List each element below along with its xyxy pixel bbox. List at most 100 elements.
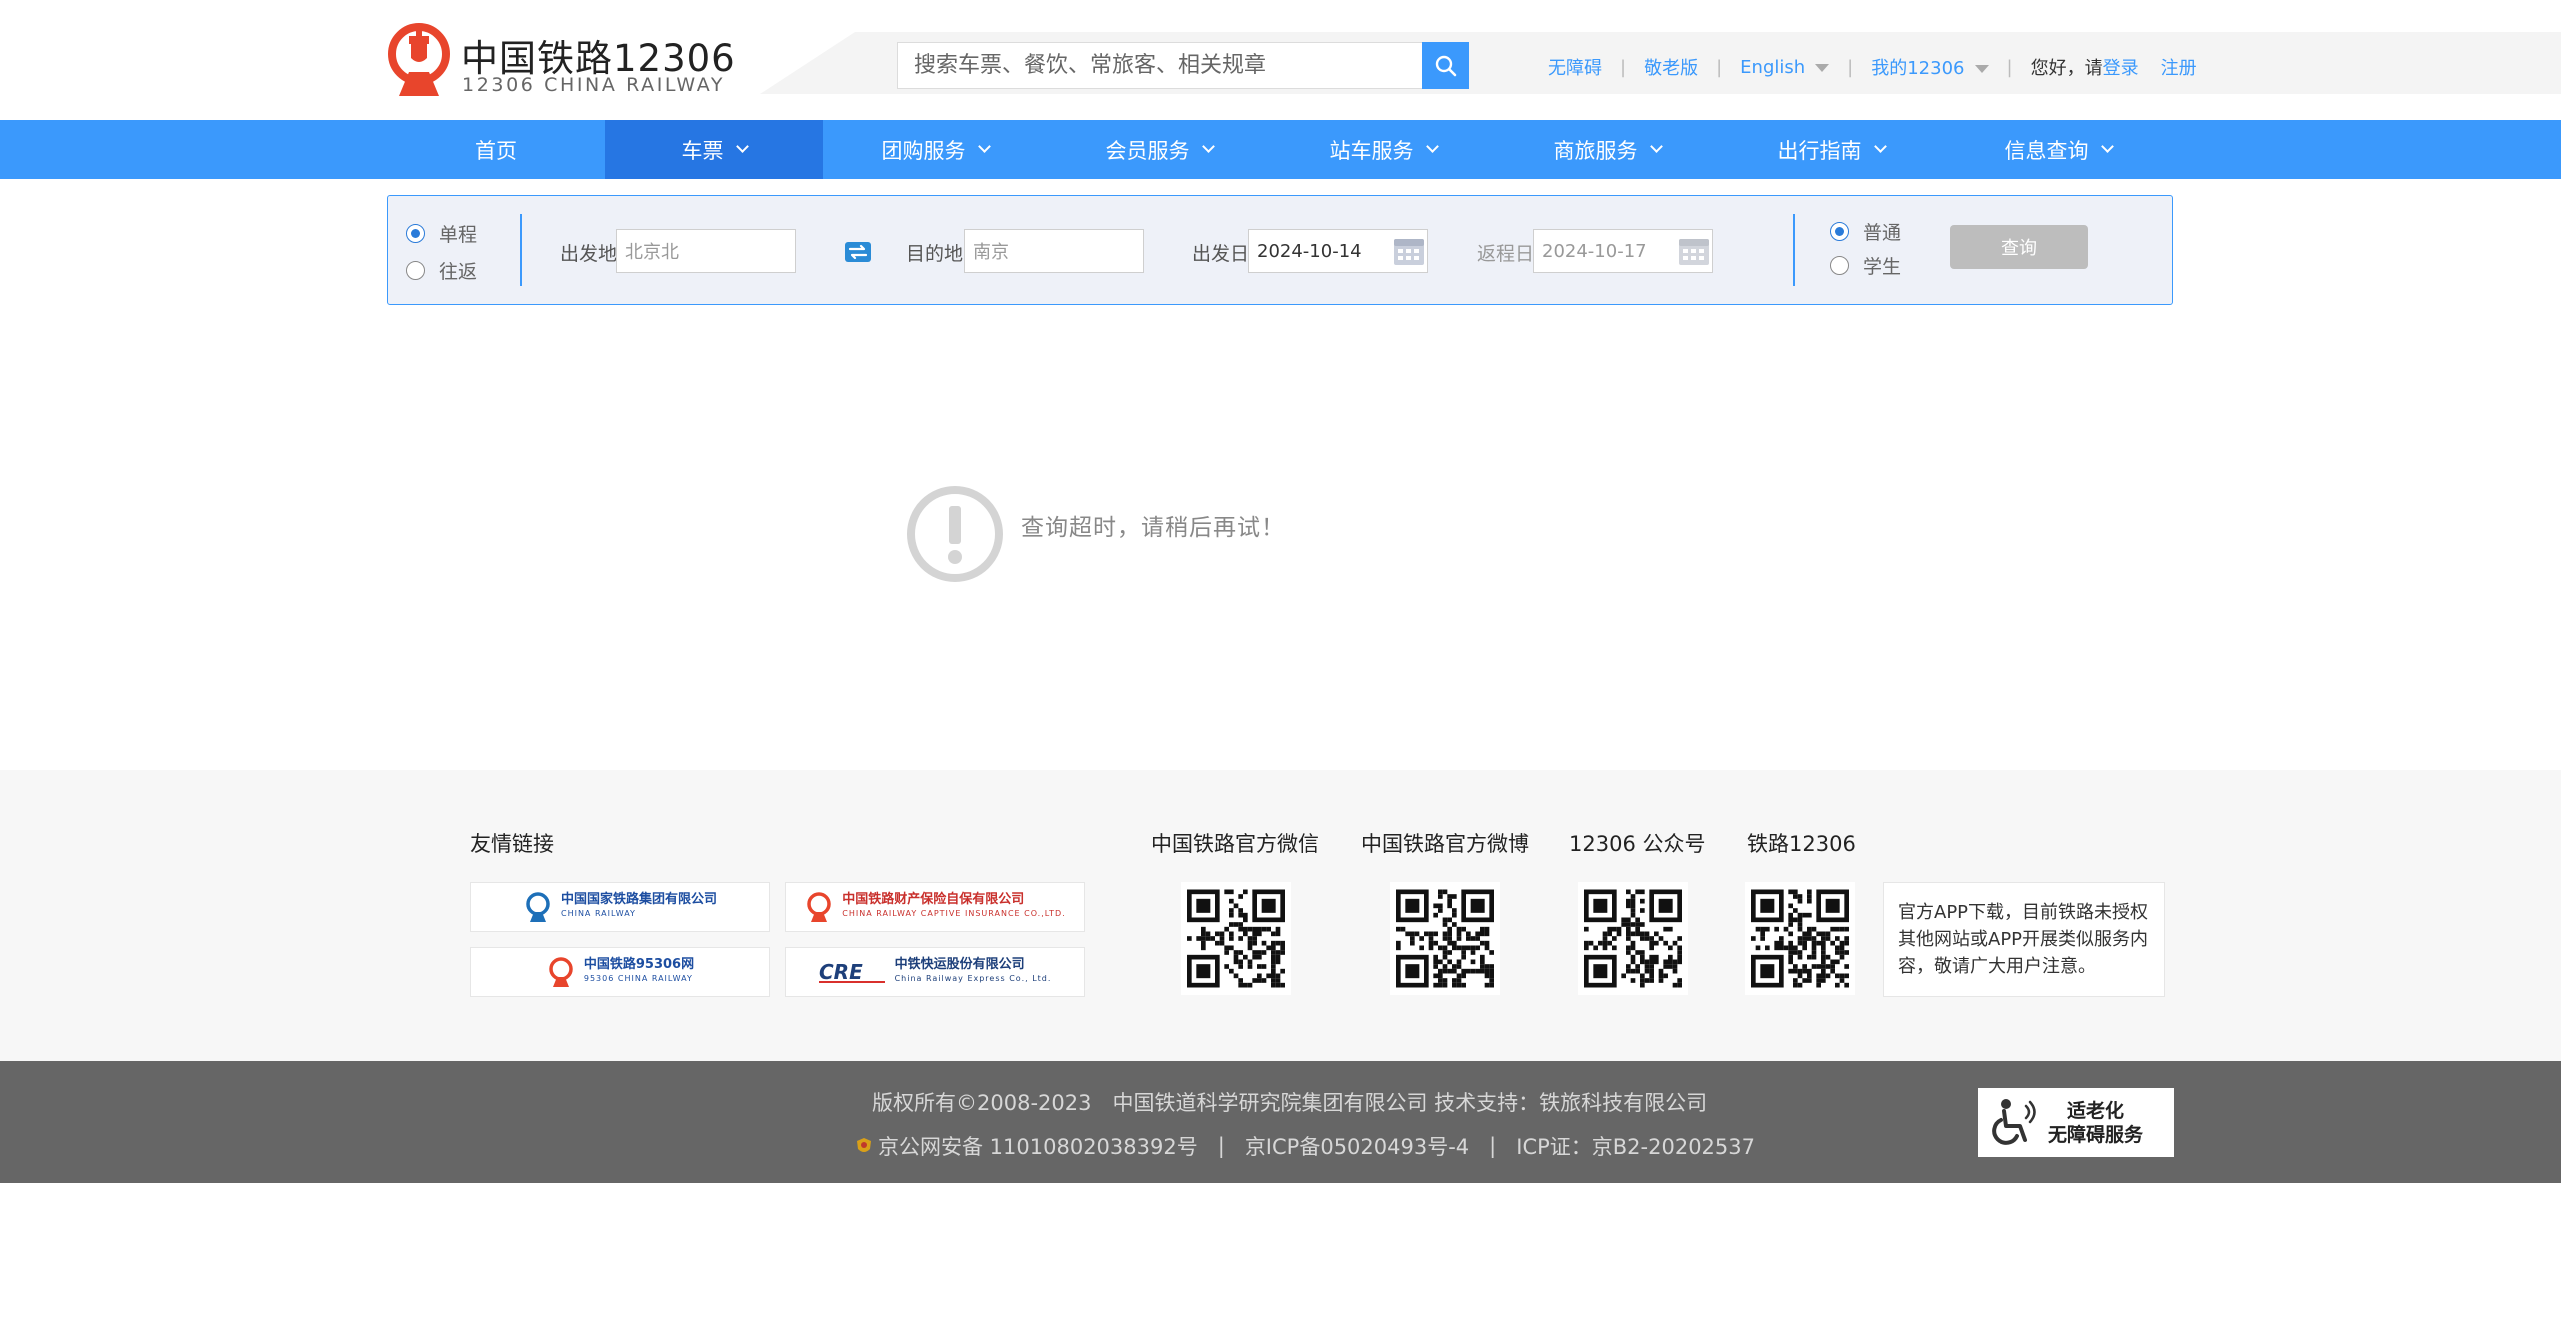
from-station-input[interactable]: 北京北 [616, 229, 796, 273]
divider: | [1217, 1134, 1225, 1158]
round-trip-radio[interactable]: 往返 [406, 257, 477, 284]
to-station-input[interactable]: 南京 [964, 229, 1144, 273]
divider: | [1489, 1134, 1497, 1158]
nav-item-group-services[interactable]: 团购服务 [823, 120, 1047, 179]
official-account-qr-code [1578, 882, 1688, 995]
qr-code-icon [1396, 889, 1494, 988]
partner-name-en: CHINA RAILWAY [560, 909, 636, 918]
qr-code-icon [1751, 889, 1849, 988]
radio-checked-icon [1830, 222, 1849, 241]
railway-logo-icon [388, 23, 450, 96]
icp-record-link[interactable]: 京ICP备05020493号-4 [1245, 1131, 1469, 1161]
nav-item-business-services[interactable]: 商旅服务 [1495, 120, 1719, 179]
accessibility-badge[interactable]: 适老化 无障碍服务 [1978, 1088, 2174, 1157]
search-button[interactable] [1422, 42, 1469, 89]
header: 中国铁路12306 12306 CHINA RAILWAY 无障碍 | 敬老版 … [0, 0, 2561, 120]
partner-95306[interactable]: 中国铁路95306网 95306 CHINA RAILWAY [470, 947, 770, 997]
depart-date-value: 2024-10-14 [1257, 240, 1362, 262]
partner-cre-express[interactable]: CRE 中铁快运股份有限公司 China Railway Express Co.,… [785, 947, 1085, 997]
depart-date-input[interactable]: 2024-10-14 [1248, 229, 1428, 273]
elder-version-link[interactable]: 敬老版 [1644, 54, 1698, 80]
caret-down-icon [1974, 65, 1989, 73]
radio-label: 学生 [1863, 256, 1902, 278]
partner-name-en: CHINA RAILWAY CAPTIVE INSURANCE CO.,LTD. [842, 909, 1066, 918]
police-record-link[interactable]: 京公网安备 11010802038392号 [878, 1131, 1198, 1161]
nav-item-station-services[interactable]: 站车服务 [1271, 120, 1495, 179]
divider: | [2006, 56, 2013, 78]
nav-label: 商旅服务 [1553, 138, 1638, 163]
qr-title-app: 铁路12306 [1747, 832, 1856, 856]
nav-label: 车票 [681, 138, 724, 163]
chevron-down-icon [1649, 140, 1663, 153]
copyright-text: 版权所有©2008-2023 中国铁道科学研究院集团有限公司 技术支持：铁旅科技… [872, 1091, 1708, 1115]
calendar-icon[interactable] [1678, 236, 1710, 266]
wechat-qr-code [1181, 882, 1291, 995]
top-links: 无障碍 | 敬老版 | English | 我的12306 | 您好，请 登录 注… [1548, 52, 2197, 82]
adult-ticket-radio[interactable]: 普通 [1830, 218, 1901, 245]
partner-captive-insurance[interactable]: 中国铁路财产保险自保有限公司 CHINA RAILWAY CAPTIVE INSU… [785, 882, 1085, 932]
register-link[interactable]: 注册 [2161, 54, 2197, 80]
my12306-dropdown[interactable]: 我的12306 [1871, 54, 1989, 80]
partner-name-cn: 中铁快运股份有限公司 [894, 957, 1025, 972]
radio-unchecked-icon [1830, 256, 1849, 275]
nav-item-member-services[interactable]: 会员服务 [1047, 120, 1271, 179]
icp-license-link[interactable]: ICP证：京B2-20202537 [1516, 1131, 1755, 1161]
accessibility-line2: 无障碍服务 [2048, 1123, 2144, 1146]
railway-logo-icon [807, 892, 832, 922]
chevron-down-icon [1425, 140, 1439, 153]
partner-name: 中国铁路财产保险自保有限公司 CHINA RAILWAY CAPTIVE INSU… [842, 893, 1065, 921]
radio-unchecked-icon [406, 261, 425, 280]
radio-label: 普通 [1863, 222, 1902, 244]
chevron-down-icon [1873, 140, 1887, 153]
svg-text:CRE: CRE [819, 960, 863, 984]
exclamation-circle-icon [907, 486, 1003, 582]
partner-name-cn: 中国铁路95306网 [583, 957, 695, 972]
qr-title-wechat: 中国铁路官方微信 [1151, 832, 1319, 856]
divider [520, 214, 522, 286]
student-ticket-radio[interactable]: 学生 [1830, 252, 1901, 279]
query-button[interactable]: 查询 [1950, 225, 2088, 269]
radio-label: 单程 [439, 224, 478, 246]
accessible-link[interactable]: 无障碍 [1548, 54, 1602, 80]
nav-label: 会员服务 [1105, 138, 1190, 163]
qr-title-official-account: 12306 公众号 [1569, 832, 1706, 856]
divider: | [1847, 56, 1854, 78]
login-link[interactable]: 登录 [2103, 54, 2139, 80]
nav-item-tickets[interactable]: 车票 [605, 120, 823, 179]
search-box [897, 42, 1469, 89]
partner-china-railway[interactable]: 中国国家铁路集团有限公司 CHINA RAILWAY [470, 882, 770, 932]
timeout-text: 查询超时，请稍后再试！ [1021, 515, 1285, 541]
site-logo[interactable]: 中国铁路12306 12306 CHINA RAILWAY [387, 22, 735, 98]
partner-name-en: 95306 CHINA RAILWAY [583, 974, 693, 983]
english-dropdown[interactable]: English [1740, 57, 1830, 78]
weibo-qr-code [1390, 882, 1500, 995]
chevron-down-icon [2100, 140, 2114, 153]
accessibility-text: 适老化 无障碍服务 [2048, 1099, 2143, 1147]
friend-links-title: 友情链接 [470, 832, 554, 856]
from-label: 出发地 [560, 243, 618, 265]
partner-name: 中国国家铁路集团有限公司 CHINA RAILWAY [561, 893, 717, 921]
partner-name: 中铁快运股份有限公司 China Railway Express Co., Ltd… [895, 958, 1052, 986]
qr-code-icon [1187, 889, 1285, 988]
return-date-input[interactable]: 2024-10-17 [1533, 229, 1713, 273]
wheelchair-icon [1992, 1098, 2036, 1145]
calendar-icon[interactable] [1393, 236, 1425, 266]
police-badge-icon [857, 1138, 871, 1152]
timeout-message: 查询超时，请稍后再试！ [905, 484, 1285, 584]
divider: | [1716, 56, 1723, 78]
railway-logo-icon [526, 892, 550, 922]
nav-item-home[interactable]: 首页 [387, 120, 605, 179]
logo-subtitle: 12306 CHINA RAILWAY [462, 74, 726, 96]
search-input[interactable] [898, 43, 1422, 88]
nav-label: 团购服务 [881, 138, 966, 163]
nav-item-info-query[interactable]: 信息查询 [1943, 120, 2173, 179]
to-label: 目的地 [906, 243, 964, 265]
search-icon [1435, 55, 1456, 76]
return-date-label: 返程日 [1477, 243, 1535, 265]
bottom-bar: 版权所有©2008-2023 中国铁道科学研究院集团有限公司 技术支持：铁旅科技… [0, 1061, 2561, 1183]
qr-title-weibo: 中国铁路官方微博 [1361, 832, 1529, 856]
one-way-radio[interactable]: 单程 [406, 220, 477, 247]
nav-item-travel-guide[interactable]: 出行指南 [1719, 120, 1943, 179]
railway-logo-icon [549, 957, 573, 987]
swap-stations-icon[interactable] [844, 240, 872, 264]
